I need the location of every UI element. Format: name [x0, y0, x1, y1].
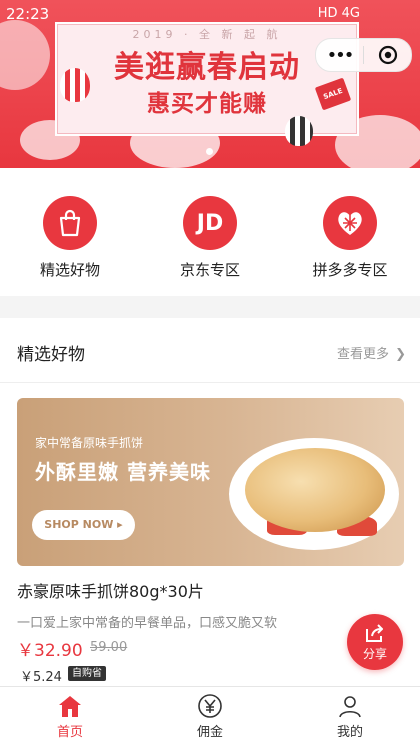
- hot-air-balloon-icon: [60, 68, 90, 102]
- product-banner-subtitle: 家中常备原味手抓饼: [35, 436, 144, 450]
- user-icon: [339, 696, 361, 718]
- home-icon: [59, 696, 81, 717]
- product-description: 一口爱上家中常备的早餐单品，口感又脆又软: [17, 616, 278, 631]
- more-options-button[interactable]: •••: [316, 45, 363, 66]
- pancake-image: [245, 448, 385, 532]
- category-label: 拼多多专区: [312, 261, 388, 279]
- status-time: 22:23: [6, 5, 50, 23]
- yen-icon: [198, 694, 222, 718]
- view-more-link[interactable]: 查看更多 ❯: [337, 343, 406, 362]
- tab-commission[interactable]: 佣金: [140, 687, 280, 748]
- product-banner-title: 外酥里嫩 营养美味: [35, 460, 211, 484]
- tab-home[interactable]: 首页: [0, 687, 140, 748]
- tab-label: 首页: [56, 725, 83, 740]
- miniprogram-capsule: •••: [315, 38, 412, 72]
- product-banner[interactable]: 家中常备原味手抓饼 外酥里嫩 营养美味 SHOP NOW ▸: [17, 398, 404, 566]
- decorative-flower: [0, 20, 50, 90]
- commission-value: ￥5.24: [20, 670, 62, 685]
- tab-profile[interactable]: 我的: [280, 687, 420, 748]
- banner-subtitle: 惠买才能赚: [147, 91, 267, 117]
- bottom-tab-bar: 首页 佣金 我的: [0, 686, 420, 748]
- hot-air-balloon-icon: [285, 116, 313, 146]
- share-icon: [366, 623, 383, 642]
- view-more-label: 查看更多: [336, 347, 389, 362]
- category-item-jd[interactable]: JD 京东专区: [140, 168, 280, 296]
- share-label: 分享: [362, 646, 387, 661]
- category-label: 精选好物: [39, 261, 100, 279]
- banner-card: 2019 · 全 新 起 航 美逛赢春启动 惠买才能赚: [55, 22, 359, 136]
- category-nav: 精选好物 JD 京东专区 拼多多专区: [0, 168, 420, 296]
- category-label: 京东专区: [179, 261, 240, 279]
- product-original-price: 59.00: [90, 640, 128, 655]
- shopping-bag-icon: [43, 196, 97, 250]
- target-icon: [378, 45, 397, 65]
- banner-title: 美逛赢春启动: [114, 50, 300, 85]
- status-bar: 22:23 HD 4G: [0, 0, 420, 30]
- shop-now-button[interactable]: SHOP NOW ▸: [32, 510, 135, 540]
- close-miniprogram-button[interactable]: [364, 45, 411, 65]
- section-title: 精选好物: [17, 345, 85, 365]
- self-purchase-badge: 自购省: [68, 666, 106, 681]
- tab-label: 佣金: [196, 725, 223, 740]
- pinduoduo-logo-icon: [323, 196, 377, 250]
- section-header: 精选好物 查看更多 ❯: [0, 318, 420, 383]
- share-button[interactable]: 分享: [347, 614, 403, 670]
- tab-label: 我的: [336, 725, 363, 740]
- section-divider: [0, 296, 420, 318]
- jd-logo-icon: JD: [183, 196, 237, 250]
- category-item-selected-goods[interactable]: 精选好物: [0, 168, 140, 296]
- product-name[interactable]: 赤豪原味手抓饼80g*30片: [17, 578, 204, 602]
- product-price: ￥32.90: [17, 641, 83, 661]
- chevron-right-icon: ❯: [395, 347, 406, 362]
- status-indicators: HD 4G: [317, 6, 360, 21]
- carousel-dot[interactable]: [206, 148, 213, 155]
- category-item-pinduoduo[interactable]: 拼多多专区: [280, 168, 420, 296]
